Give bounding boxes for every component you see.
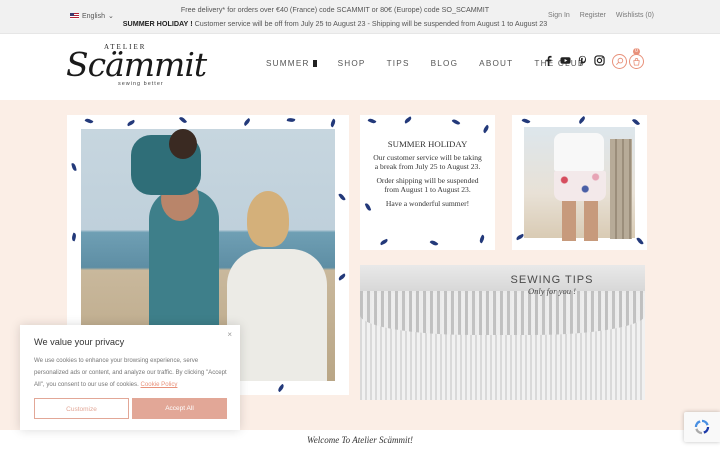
leaf-pattern-icon <box>429 239 439 247</box>
search-button[interactable] <box>612 54 627 69</box>
summer-tag-icon <box>312 60 317 67</box>
nav-shop[interactable]: SHOP <box>338 59 366 68</box>
cookie-policy-link[interactable]: Cookie Policy <box>141 381 178 388</box>
leaf-pattern-icon <box>70 232 78 242</box>
leaf-pattern-icon <box>329 118 337 128</box>
us-flag-icon <box>70 13 79 19</box>
leaf-pattern-icon <box>577 115 587 125</box>
leaf-pattern-icon <box>337 273 347 281</box>
leaf-pattern-icon <box>126 119 136 127</box>
language-selector[interactable]: English ⌄ <box>70 12 114 20</box>
holiday-shipping: Order shipping will be suspended from Au… <box>376 176 479 194</box>
leaf-pattern-icon <box>403 116 413 124</box>
leaf-pattern-icon <box>521 117 531 125</box>
leaf-pattern-icon <box>636 236 644 246</box>
leaf-pattern-icon <box>478 234 486 244</box>
nav-tips[interactable]: TIPS <box>387 59 410 68</box>
leaf-pattern-icon <box>242 117 252 127</box>
nav-summer-label: SUMMER <box>266 59 310 68</box>
leaf-pattern-icon <box>481 124 491 134</box>
cookie-consent-dialog: × We value your privacy We use cookies t… <box>20 325 240 430</box>
leaf-pattern-icon <box>178 115 188 125</box>
holiday-title: SUMMER HOLIDAY <box>387 139 468 149</box>
cart-button[interactable] <box>629 54 644 69</box>
account-links: Sign In Register Wishlists (0) <box>548 12 654 19</box>
sign-in-link[interactable]: Sign In <box>548 12 570 19</box>
youtube-icon[interactable] <box>560 55 571 66</box>
shorts-photo-tile[interactable] <box>512 115 647 250</box>
holiday-wish: Have a wonderful summer! <box>385 199 470 209</box>
search-icon <box>616 57 624 65</box>
sewing-tips-title: SEWING TIPS <box>510 274 594 286</box>
child-shorts-photo <box>524 127 635 241</box>
instagram-icon[interactable] <box>594 55 605 66</box>
promo-summer-holiday-text: Customer service will be off from July 2… <box>192 19 548 28</box>
promo-free-delivery: Free delivery* for orders over €40 (Fran… <box>180 5 490 14</box>
promo-summer-holiday: SUMMER HOLIDAY ! Customer service will b… <box>110 19 560 28</box>
leaf-pattern-icon <box>71 162 77 172</box>
leaf-pattern-icon <box>364 202 372 212</box>
pinterest-icon[interactable] <box>577 55 588 66</box>
register-link[interactable]: Register <box>580 12 606 19</box>
cart-count-badge: 0 <box>633 48 640 55</box>
wishlists-link[interactable]: Wishlists (0) <box>616 12 654 19</box>
logo-tagline: sewing better <box>118 81 164 87</box>
language-label: English <box>82 12 105 20</box>
sewing-tips-subtitle: Only for you ! <box>528 286 576 296</box>
top-bar: English ⌄ Free delivery* for orders over… <box>0 0 720 34</box>
accept-all-button[interactable]: Accept All <box>132 398 227 419</box>
recaptcha-badge[interactable] <box>684 412 720 442</box>
nav-blog[interactable]: BLOG <box>431 59 459 68</box>
nav-about[interactable]: ABOUT <box>479 59 513 68</box>
holiday-customer-service: Our customer service will be taking a br… <box>373 153 482 171</box>
leaf-pattern-icon <box>451 117 461 127</box>
cookie-body-text: We use cookies to enhance your browsing … <box>34 357 227 388</box>
leaf-pattern-icon <box>379 238 389 246</box>
nav-summer[interactable]: SUMMER <box>266 59 317 68</box>
logo-wordmark: Scämmit <box>66 45 207 84</box>
summer-holiday-tile[interactable]: SUMMER HOLIDAY Our customer service will… <box>360 115 495 250</box>
promo-summer-holiday-bold: SUMMER HOLIDAY ! <box>122 19 193 28</box>
leaf-pattern-icon <box>84 117 94 125</box>
sewing-tips-tile[interactable]: SEWING TIPS Only for you ! <box>360 265 645 400</box>
leaf-pattern-icon <box>286 117 296 123</box>
recaptcha-icon <box>694 419 710 435</box>
customize-button[interactable]: Customize <box>34 398 129 419</box>
cookie-title: We value your privacy <box>34 337 125 347</box>
bag-icon <box>633 58 640 66</box>
facebook-icon[interactable] <box>543 55 554 66</box>
leaf-pattern-icon <box>338 192 346 202</box>
site-logo[interactable]: ATELIER Scämmit sewing better <box>66 39 207 95</box>
welcome-heading: Welcome To Atelier Scämmit! <box>0 430 720 450</box>
cookie-body: We use cookies to enhance your browsing … <box>34 355 230 391</box>
holiday-notice: SUMMER HOLIDAY Our customer service will… <box>372 139 483 215</box>
social-links <box>543 55 605 66</box>
leaf-pattern-icon <box>276 383 286 393</box>
leaf-pattern-icon <box>631 117 641 127</box>
leaf-pattern-icon <box>367 117 377 125</box>
site-header: ATELIER Scämmit sewing better SUMMER SHO… <box>0 34 720 100</box>
close-icon[interactable]: × <box>227 330 232 339</box>
ruffle-fabric-photo <box>360 291 645 335</box>
